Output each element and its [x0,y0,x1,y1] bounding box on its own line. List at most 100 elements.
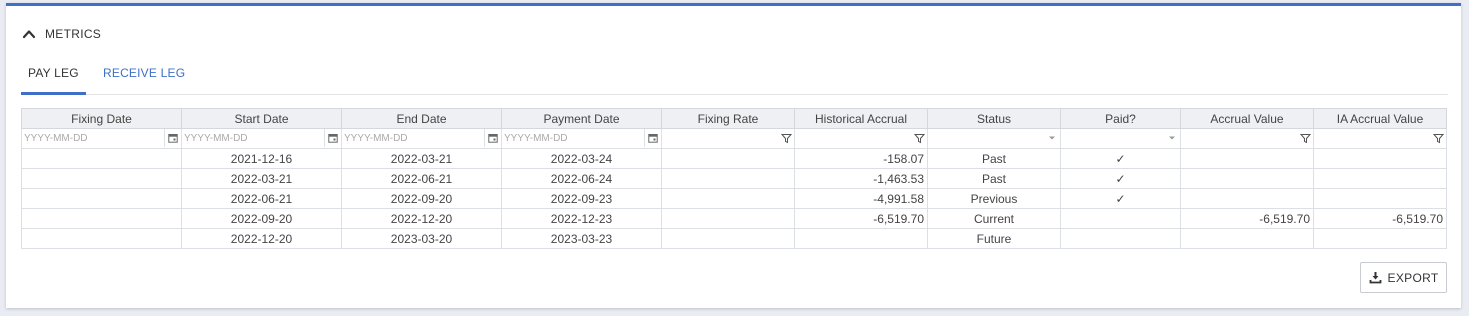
cell-fixing-rate [661,188,795,209]
table-row[interactable]: 2022-09-20 2022-12-20 2022-12-23 -6,519.… [21,208,1447,229]
cell-payment-date: 2022-03-24 [501,148,662,169]
filter-cell-start-date [181,128,342,149]
filter-icon[interactable] [1430,130,1446,148]
cell-ia-accrual-value [1313,168,1447,189]
filter-cell-status[interactable] [927,128,1061,149]
filter-cell-historical-accrual [794,128,928,149]
cell-status: Current [927,208,1061,229]
end-date-filter-input[interactable] [344,129,483,147]
cell-fixing-rate [661,168,795,189]
cell-ia-accrual-value [1313,228,1447,249]
column-header-payment-date[interactable]: Payment Date [501,108,662,129]
cell-fixing-rate [661,148,795,169]
filter-cell-end-date [341,128,502,149]
calendar-icon[interactable] [164,129,181,147]
cell-historical-accrual: -6,519.70 [794,208,928,229]
cell-start-date: 2022-12-20 [181,228,342,249]
cell-fixing-date [21,188,182,209]
metrics-table: Fixing Date Start Date End Date Payment … [21,108,1447,249]
column-header-historical-accrual[interactable]: Historical Accrual [794,108,928,129]
filter-cell-payment-date [501,128,662,149]
cell-historical-accrual: -158.07 [794,148,928,169]
cell-ia-accrual-value [1313,148,1447,169]
cell-paid: ✓ [1060,148,1181,169]
cell-historical-accrual: -4,991.58 [794,188,928,209]
table-row[interactable]: 2022-12-20 2023-03-20 2023-03-23 Future [21,228,1447,249]
calendar-icon[interactable] [324,129,341,147]
cell-accrual-value [1180,168,1314,189]
calendar-icon[interactable] [644,129,661,147]
metrics-section-toggle[interactable]: METRICS [22,24,101,44]
cell-fixing-date [21,148,182,169]
fixing-date-filter-input[interactable] [24,129,163,147]
table-filter-row [21,128,1447,149]
cell-fixing-date [21,208,182,229]
start-date-filter-input[interactable] [184,129,323,147]
filter-cell-paid[interactable] [1060,128,1181,149]
cell-fixing-rate [661,228,795,249]
cell-paid: ✓ [1060,188,1181,209]
dropdown-caret-icon[interactable] [1164,130,1180,148]
filter-icon[interactable] [778,130,794,148]
filter-icon[interactable] [911,130,927,148]
dropdown-caret-icon[interactable] [1044,130,1060,148]
cell-historical-accrual [794,228,928,249]
payment-date-filter-input[interactable] [504,129,643,147]
column-header-fixing-date[interactable]: Fixing Date [21,108,182,129]
cell-accrual-value [1180,228,1314,249]
chevron-up-icon [22,30,36,39]
cell-fixing-rate [661,208,795,229]
cell-payment-date: 2022-09-23 [501,188,662,209]
cell-status: Previous [927,188,1061,209]
filter-cell-fixing-date [21,128,182,149]
cell-end-date: 2023-03-20 [341,228,502,249]
cell-accrual-value: -6,519.70 [1180,208,1314,229]
column-header-ia-accrual-value[interactable]: IA Accrual Value [1313,108,1447,129]
export-button[interactable]: EXPORT [1360,262,1447,293]
column-header-accrual-value[interactable]: Accrual Value [1180,108,1314,129]
cell-start-date: 2021-12-16 [181,148,342,169]
export-button-label: EXPORT [1387,270,1439,285]
metrics-panel: METRICS PAY LEG RECEIVE LEG Fixing Date … [6,3,1461,308]
cell-start-date: 2022-06-21 [181,188,342,209]
section-title: METRICS [45,27,102,41]
cell-ia-accrual-value [1313,188,1447,209]
leg-tabs: PAY LEG RECEIVE LEG [21,58,1448,95]
filter-icon[interactable] [1297,130,1313,148]
cell-end-date: 2022-09-20 [341,188,502,209]
cell-end-date: 2022-12-20 [341,208,502,229]
cell-paid: ✓ [1060,168,1181,189]
filter-cell-ia-accrual-value [1313,128,1447,149]
column-header-paid[interactable]: Paid? [1060,108,1181,129]
cell-payment-date: 2022-06-24 [501,168,662,189]
cell-accrual-value [1180,188,1314,209]
table-row[interactable]: 2022-03-21 2022-06-21 2022-06-24 -1,463.… [21,168,1447,189]
column-header-end-date[interactable]: End Date [341,108,502,129]
cell-start-date: 2022-09-20 [181,208,342,229]
tab-receive-leg[interactable]: RECEIVE LEG [96,58,192,92]
column-header-fixing-rate[interactable]: Fixing Rate [661,108,795,129]
download-icon [1369,272,1381,284]
table-header-row: Fixing Date Start Date End Date Payment … [21,108,1447,129]
cell-payment-date: 2022-12-23 [501,208,662,229]
cell-status: Past [927,168,1061,189]
tab-pay-leg[interactable]: PAY LEG [21,58,86,95]
calendar-icon[interactable] [484,129,501,147]
cell-paid [1060,208,1181,229]
cell-paid [1060,228,1181,249]
column-header-start-date[interactable]: Start Date [181,108,342,129]
table-row[interactable]: 2022-06-21 2022-09-20 2022-09-23 -4,991.… [21,188,1447,209]
cell-fixing-date [21,228,182,249]
filter-cell-fixing-rate [661,128,795,149]
table-row[interactable]: 2021-12-16 2022-03-21 2022-03-24 -158.07… [21,148,1447,169]
cell-accrual-value [1180,148,1314,169]
cell-fixing-date [21,168,182,189]
cell-end-date: 2022-03-21 [341,148,502,169]
cell-historical-accrual: -1,463.53 [794,168,928,189]
cell-ia-accrual-value: -6,519.70 [1313,208,1447,229]
filter-cell-accrual-value [1180,128,1314,149]
cell-start-date: 2022-03-21 [181,168,342,189]
cell-status: Past [927,148,1061,169]
cell-status: Future [927,228,1061,249]
column-header-status[interactable]: Status [927,108,1061,129]
